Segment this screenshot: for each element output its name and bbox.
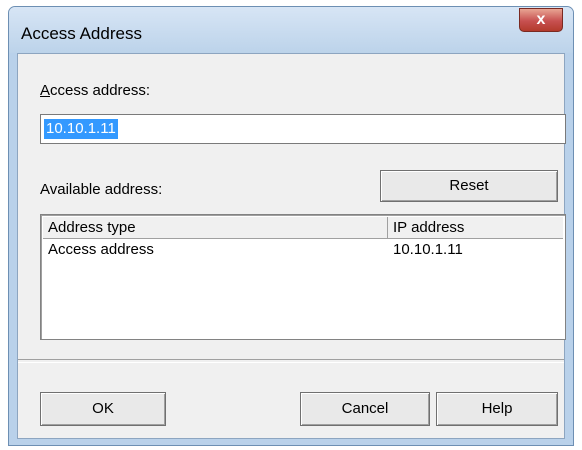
dialog-body: Access address: 10.10.1.11 Available add… xyxy=(17,53,566,439)
dialog-window: Access Address x Access address: 10.10.1… xyxy=(8,6,574,446)
list-header: Address type IP address xyxy=(43,217,563,239)
reset-button[interactable]: Reset xyxy=(380,170,558,202)
title-bar[interactable]: Access Address x xyxy=(9,7,573,53)
address-list[interactable]: Address type IP address Access address 1… xyxy=(40,214,566,340)
help-button-label: Help xyxy=(481,400,513,417)
column-header-address-type[interactable]: Address type xyxy=(43,217,388,238)
reset-button-label: Reset xyxy=(449,177,489,194)
separator xyxy=(18,359,564,363)
row-ip-address: 10.10.1.11 xyxy=(393,241,463,258)
access-address-label: Access address: xyxy=(40,82,150,99)
row-address-type: Access address xyxy=(48,241,154,258)
ok-button-label: OK xyxy=(92,400,114,417)
close-icon: x xyxy=(536,11,546,28)
access-address-mnemonic: A xyxy=(40,82,51,99)
cancel-button[interactable]: Cancel xyxy=(300,392,430,426)
column-header-ip-address[interactable]: IP address xyxy=(388,217,563,238)
access-address-value: 10.10.1.11 xyxy=(44,119,118,139)
window-title: Access Address xyxy=(21,24,142,43)
access-address-label-text: ccess address: xyxy=(50,82,151,99)
cancel-button-label: Cancel xyxy=(341,400,389,417)
help-button[interactable]: Help xyxy=(436,392,558,426)
access-address-input[interactable]: 10.10.1.11 xyxy=(40,114,566,144)
available-address-label: Available address: xyxy=(40,181,163,198)
close-button[interactable]: x xyxy=(519,8,563,32)
ok-button[interactable]: OK xyxy=(40,392,166,426)
